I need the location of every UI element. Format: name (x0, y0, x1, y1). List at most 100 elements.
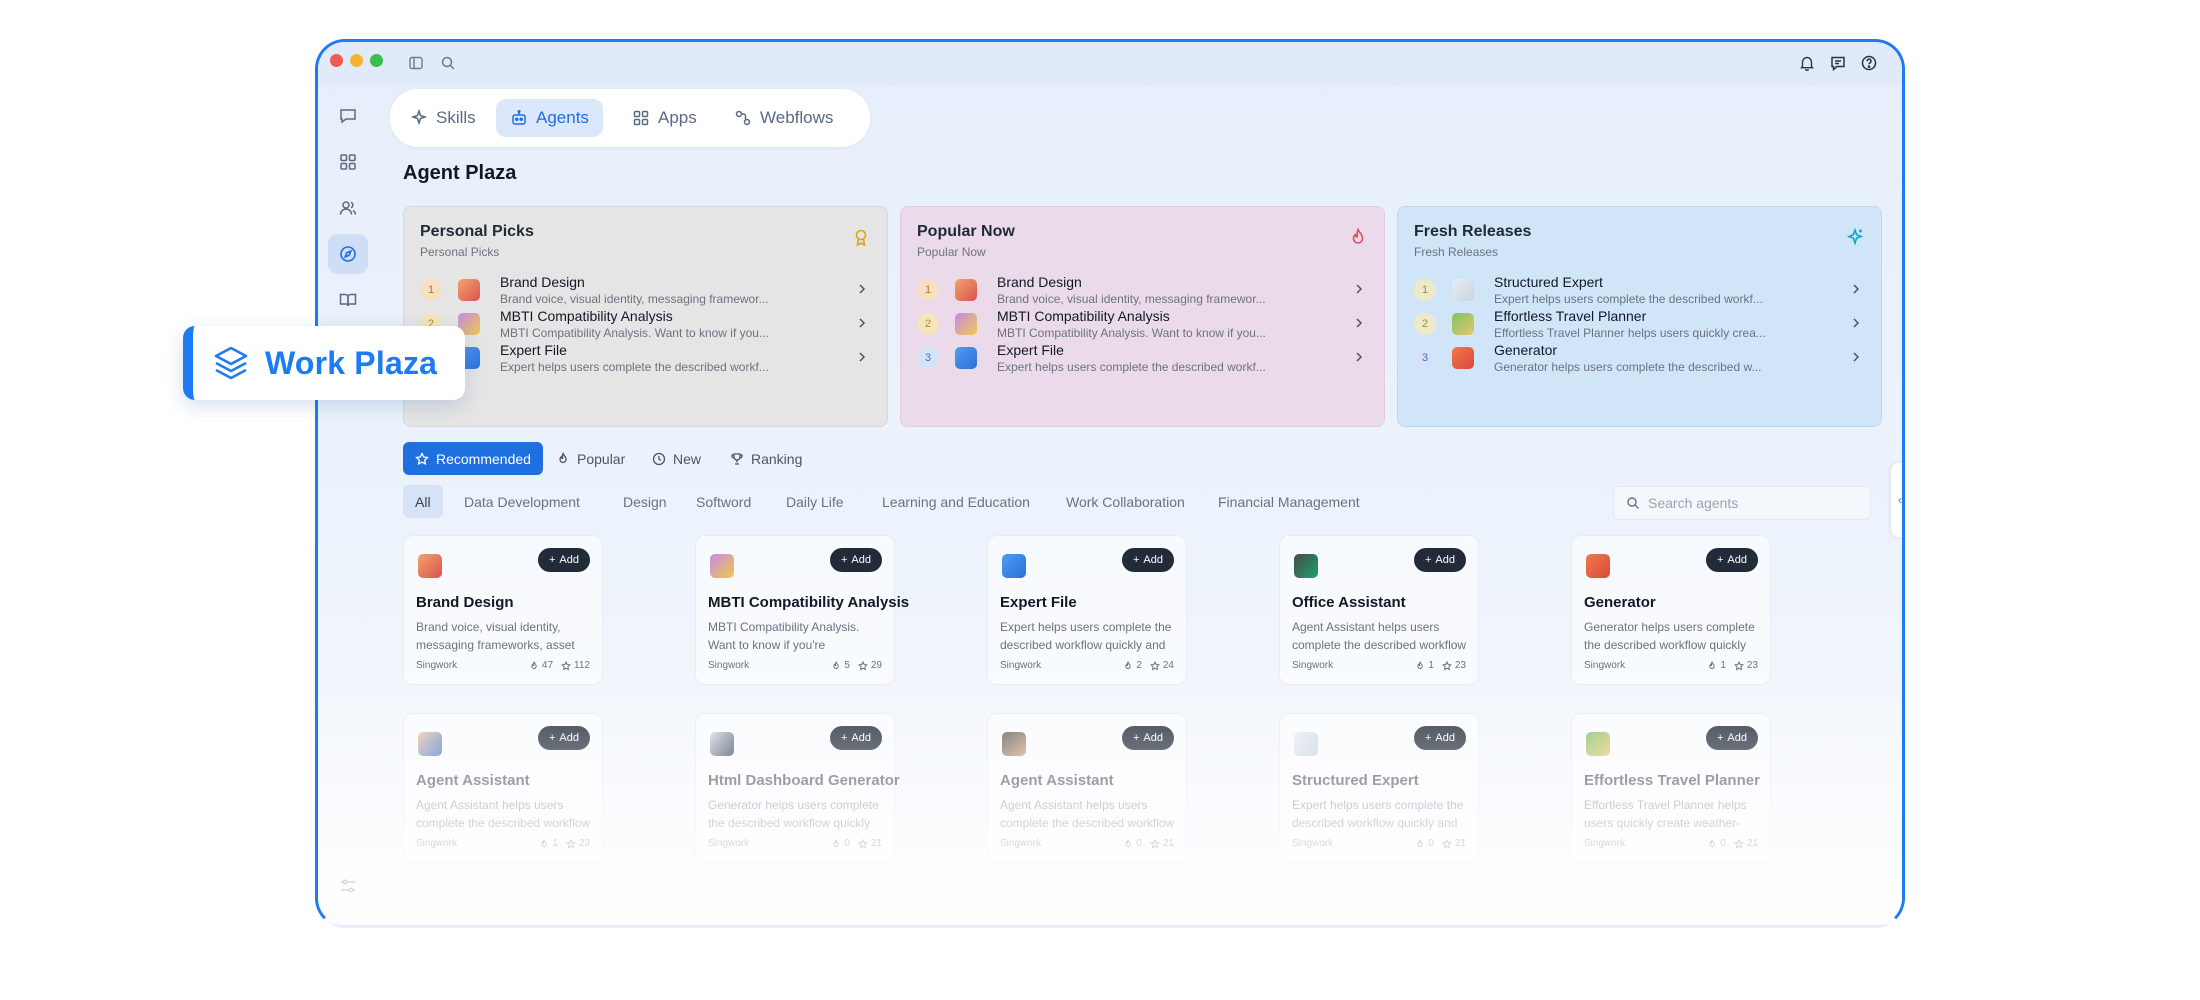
search-icon[interactable] (440, 55, 456, 71)
card-title: MBTI Compatibility Analysis (708, 594, 910, 611)
category-learning-education[interactable]: Learning and Education (870, 485, 1042, 518)
agent-card[interactable]: + Add Generator Generator helps users com… (1571, 535, 1771, 685)
category-financial-management[interactable]: Financial Management (1206, 485, 1372, 518)
panel-personal-picks: Personal Picks Personal Picks 1 Brand De… (403, 206, 888, 427)
star-icon (1441, 838, 1452, 848)
sidebar-item-explore[interactable] (328, 234, 368, 274)
add-button[interactable]: + Add (1706, 548, 1758, 572)
add-label: Add (1143, 554, 1163, 566)
stars-value: 21 (1162, 838, 1174, 849)
uses-count: 0 (1707, 838, 1726, 849)
add-button[interactable]: + Add (830, 548, 882, 572)
add-button[interactable]: + Add (830, 726, 882, 750)
bell-icon[interactable] (1798, 54, 1816, 72)
uses-count: 0 (1123, 838, 1142, 849)
category-design[interactable]: Design (611, 485, 679, 518)
category-daily-life[interactable]: Daily Life (774, 485, 856, 518)
agent-card[interactable]: + Add Structured Expert Expert helps user… (1279, 713, 1479, 863)
chat-icon (340, 109, 356, 124)
flame-icon (1125, 660, 1132, 669)
stars-count: 23 (1733, 660, 1758, 671)
filter-label: Ranking (751, 450, 803, 467)
agent-card[interactable]: + Add Html Dashboard Generator Generator … (695, 713, 900, 863)
sparkle-icon (1846, 227, 1864, 246)
sparkle-icon (410, 109, 428, 126)
panel-item[interactable]: 3 Generator Generator helps users comple… (1414, 339, 1867, 383)
tab-webflows[interactable]: Webflows (720, 99, 847, 137)
search-field[interactable]: Search agents (1613, 486, 1871, 520)
filter-popular[interactable]: Popular (544, 442, 637, 475)
chevron-right-icon (859, 284, 866, 294)
sidebar-item-settings[interactable] (328, 866, 368, 906)
filter-ranking[interactable]: Ranking (718, 442, 814, 475)
uses-count: 1 (539, 838, 558, 849)
sidebar-item-contacts[interactable] (328, 188, 368, 228)
agent-card[interactable]: + Add Effortless Travel Planner Effortles… (1571, 713, 1771, 863)
agent-card[interactable]: + Add Agent Assistant Agent Assistant hel… (987, 713, 1187, 863)
tab-apps[interactable]: Apps (618, 99, 711, 137)
flame-icon (1709, 838, 1716, 847)
card-description: Expert helps users complete the describe… (1292, 798, 1464, 830)
agent-card[interactable]: + Add Agent Assistant Agent Assistant hel… (403, 713, 603, 863)
sidebar-item-chat[interactable] (328, 96, 368, 136)
add-button[interactable]: + Add (538, 548, 590, 572)
agent-card[interactable]: + Add Expert File Expert helps users comp… (987, 535, 1187, 685)
trophy-icon (731, 452, 743, 465)
stars-count: 23 (565, 838, 590, 849)
agent-card[interactable]: + Add MBTI Compatibility Analysis MBTI Co… (695, 535, 909, 685)
sidebar-item-apps[interactable] (328, 142, 368, 182)
plus-icon: + (548, 554, 556, 566)
plus-icon: + (1424, 554, 1432, 566)
add-label: Add (851, 732, 871, 744)
category-softword[interactable]: Softword (684, 485, 763, 518)
category-all[interactable]: All (403, 485, 443, 518)
add-label: Add (559, 732, 579, 744)
tab-skills[interactable]: Skills (396, 99, 490, 137)
book-icon (339, 293, 357, 307)
card-author: Singwork (416, 838, 458, 849)
stars-count: 21 (1733, 838, 1758, 849)
add-button[interactable]: + Add (1414, 726, 1466, 750)
panel-item[interactable]: 3 Expert File Expert helps users complet… (420, 339, 873, 383)
card-title: Structured Expert (1292, 772, 1419, 789)
item-description: Expert helps users complete the describe… (500, 360, 769, 374)
add-label: Add (1435, 554, 1455, 566)
work-plaza-badge: Work Plaza (183, 326, 465, 400)
page-title: Agent Plaza (403, 162, 517, 184)
help-icon[interactable] (1860, 54, 1878, 72)
add-button[interactable]: + Add (1706, 726, 1758, 750)
agent-card[interactable]: + Add Brand Design Brand voice, visual id… (403, 535, 603, 685)
uses-value: 0 (1428, 838, 1434, 849)
add-button[interactable]: + Add (538, 726, 590, 750)
item-name: MBTI Compatibility Analysis (500, 308, 673, 324)
panel-item[interactable]: 3 Expert File Expert helps users complet… (917, 339, 1370, 383)
add-button[interactable]: + Add (1122, 726, 1174, 750)
add-button[interactable]: + Add (1122, 548, 1174, 572)
stars-value: 29 (870, 660, 882, 671)
card-stats: 2 24 (1123, 660, 1174, 671)
uses-value: 1 (1428, 660, 1434, 671)
close-window-button[interactable] (330, 54, 343, 67)
filter-recommended[interactable]: Recommended (403, 442, 543, 475)
category-work-collaboration[interactable]: Work Collaboration (1054, 485, 1197, 518)
minimize-window-button[interactable] (350, 54, 363, 67)
maximize-window-button[interactable] (370, 54, 383, 67)
card-description: Effortless Travel Planner helps users qu… (1584, 798, 1747, 830)
tab-label: Skills (436, 108, 476, 127)
sidebar-item-library[interactable] (328, 280, 368, 320)
collapse-panel-handle[interactable]: ‹ (1891, 463, 1902, 537)
add-button[interactable]: + Add (1414, 548, 1466, 572)
category-data-development[interactable]: Data Development (452, 485, 592, 518)
message-icon[interactable] (1829, 54, 1847, 72)
generator-icon (1586, 554, 1610, 578)
agent-card[interactable]: + Add Office Assistant Agent Assistant he… (1279, 535, 1479, 685)
award-icon (855, 229, 867, 247)
tab-label: Apps (658, 108, 697, 127)
tab-agents[interactable]: Agents (496, 99, 603, 137)
filter-new[interactable]: New (640, 442, 713, 475)
flame-icon (1417, 838, 1424, 847)
star-icon (1149, 838, 1160, 848)
users-icon (339, 201, 357, 215)
item-description: Effortless Travel Planner helps users qu… (1494, 326, 1766, 340)
sidebar-toggle-icon[interactable] (408, 55, 424, 71)
